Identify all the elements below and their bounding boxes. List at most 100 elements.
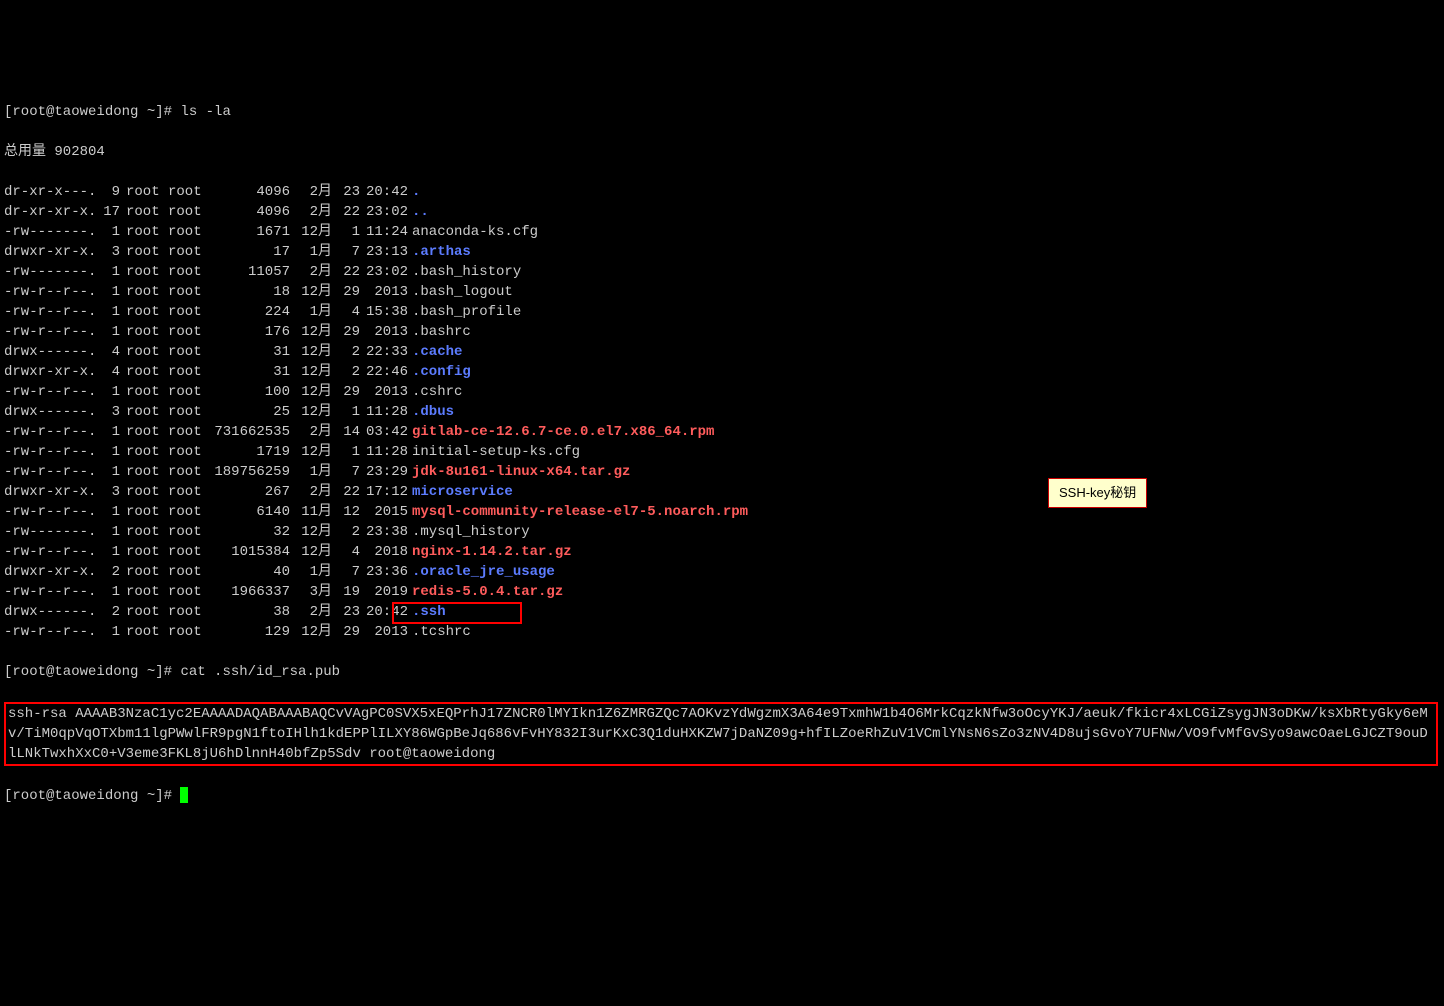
month: 12月 <box>294 282 332 302</box>
day: 22 <box>332 262 360 282</box>
owner: root <box>126 242 166 262</box>
month: 2月 <box>294 422 332 442</box>
group: root <box>168 242 208 262</box>
time: 22:46 <box>362 362 408 382</box>
owner: root <box>126 282 166 302</box>
prompt: [root@taoweidong ~]# <box>4 788 180 804</box>
group: root <box>168 202 208 222</box>
month: 12月 <box>294 542 332 562</box>
owner: root <box>126 462 166 482</box>
file-row: -rw-------.1rootroot110572月2223:02.bash_… <box>4 262 1440 282</box>
group: root <box>168 362 208 382</box>
link-count: 1 <box>94 522 120 542</box>
link-count: 2 <box>94 602 120 622</box>
month: 2月 <box>294 602 332 622</box>
group: root <box>168 442 208 462</box>
permissions: -rw-r--r--. <box>4 442 94 462</box>
time: 03:42 <box>362 422 408 442</box>
file-row: -rw-r--r--.1rootroot12912月292013.tcshrc <box>4 622 1440 642</box>
permissions: -rw-r--r--. <box>4 282 94 302</box>
filename: gitlab-ce-12.6.7-ce.0.el7.x86_64.rpm <box>412 424 714 440</box>
permissions: drwx------. <box>4 402 94 422</box>
group: root <box>168 522 208 542</box>
time: 22:33 <box>362 342 408 362</box>
link-count: 3 <box>94 482 120 502</box>
group: root <box>168 602 208 622</box>
group: root <box>168 422 208 442</box>
prompt-line-3: [root@taoweidong ~]# <box>4 786 1440 806</box>
permissions: -rw-------. <box>4 262 94 282</box>
ssh-key-tooltip: SSH-key秘钥 <box>1048 478 1147 508</box>
file-row: dr-xr-xr-x.17rootroot40962月2223:02.. <box>4 202 1440 222</box>
size: 129 <box>210 622 290 642</box>
month: 12月 <box>294 362 332 382</box>
filename: .cache <box>412 344 462 360</box>
owner: root <box>126 622 166 642</box>
permissions: -rw-r--r--. <box>4 622 94 642</box>
link-count: 1 <box>94 462 120 482</box>
day: 2 <box>332 362 360 382</box>
day: 7 <box>332 462 360 482</box>
size: 40 <box>210 562 290 582</box>
owner: root <box>126 202 166 222</box>
file-row: drwxr-xr-x.3rootroot171月723:13.arthas <box>4 242 1440 262</box>
link-count: 4 <box>94 362 120 382</box>
size: 11057 <box>210 262 290 282</box>
permissions: -rw-r--r--. <box>4 542 94 562</box>
time: 11:28 <box>362 402 408 422</box>
day: 14 <box>332 422 360 442</box>
link-count: 9 <box>94 182 120 202</box>
link-count: 1 <box>94 322 120 342</box>
size: 100 <box>210 382 290 402</box>
size: 6140 <box>210 502 290 522</box>
day: 2 <box>332 522 360 542</box>
permissions: -rw-r--r--. <box>4 302 94 322</box>
time: 2013 <box>362 382 408 402</box>
size: 731662535 <box>210 422 290 442</box>
owner: root <box>126 542 166 562</box>
size: 38 <box>210 602 290 622</box>
command: cat .ssh/id_rsa.pub <box>180 664 340 680</box>
group: root <box>168 482 208 502</box>
owner: root <box>126 522 166 542</box>
group: root <box>168 182 208 202</box>
file-row: -rw-r--r--.1rootroot17612月292013.bashrc <box>4 322 1440 342</box>
size: 1671 <box>210 222 290 242</box>
owner: root <box>126 422 166 442</box>
size: 1966337 <box>210 582 290 602</box>
filename: .bash_logout <box>412 284 513 300</box>
month: 3月 <box>294 582 332 602</box>
prompt-line-1: [root@taoweidong ~]# ls -la <box>4 102 1440 122</box>
time: 23:13 <box>362 242 408 262</box>
group: root <box>168 542 208 562</box>
month: 12月 <box>294 442 332 462</box>
month: 2月 <box>294 182 332 202</box>
time: 2013 <box>362 622 408 642</box>
filename: .. <box>412 204 429 220</box>
filename: .ssh <box>412 604 446 620</box>
permissions: drwx------. <box>4 342 94 362</box>
time: 17:12 <box>362 482 408 502</box>
size: 32 <box>210 522 290 542</box>
size: 17 <box>210 242 290 262</box>
permissions: drwxr-xr-x. <box>4 362 94 382</box>
day: 2 <box>332 342 360 362</box>
link-count: 1 <box>94 282 120 302</box>
file-row: -rw-r--r--.1rootroot1812月292013.bash_log… <box>4 282 1440 302</box>
size: 18 <box>210 282 290 302</box>
owner: root <box>126 402 166 422</box>
ssh-public-key-output: ssh-rsa AAAAB3NzaC1yc2EAAAADAQABAAABAQCv… <box>4 702 1438 766</box>
month: 12月 <box>294 222 332 242</box>
day: 7 <box>332 562 360 582</box>
month: 1月 <box>294 302 332 322</box>
time: 11:28 <box>362 442 408 462</box>
cursor-icon <box>180 787 188 803</box>
permissions: dr-xr-xr-x. <box>4 202 94 222</box>
owner: root <box>126 482 166 502</box>
filename: .arthas <box>412 244 471 260</box>
permissions: -rw-------. <box>4 522 94 542</box>
time: 15:38 <box>362 302 408 322</box>
group: root <box>168 562 208 582</box>
permissions: -rw-------. <box>4 222 94 242</box>
link-count: 1 <box>94 222 120 242</box>
